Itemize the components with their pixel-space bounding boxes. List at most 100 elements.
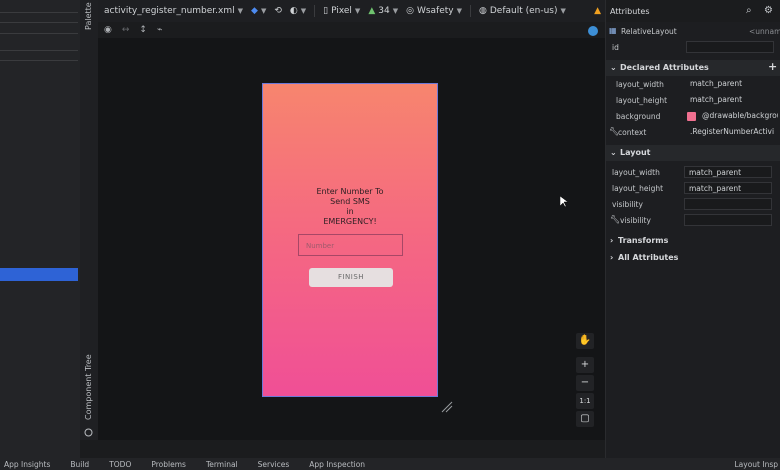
- attribute-row: background @drawable/background: [606, 109, 780, 125]
- attribute-row: layout_width match_parent: [606, 77, 780, 93]
- theme-label: Wsafety: [416, 6, 454, 16]
- locale-selector[interactable]: ◍ Default (en-us) ▼: [479, 6, 566, 16]
- design-surface-button[interactable]: ◆ ▼: [251, 6, 266, 16]
- attribute-key: visibility: [620, 216, 651, 225]
- magnet-icon[interactable]: ⌁: [157, 25, 162, 35]
- attribute-value[interactable]: [684, 214, 772, 226]
- divider: [0, 50, 78, 51]
- attribute-key: context: [618, 128, 647, 137]
- android-icon: ▲: [368, 6, 376, 16]
- declared-attributes-header[interactable]: ⌄ Declared Attributes +: [606, 60, 780, 76]
- resize-handle-icon[interactable]: [440, 400, 454, 414]
- tool-tab-layout-inspector[interactable]: Layout Insp: [734, 460, 778, 469]
- phone-preview[interactable]: Enter Number To Send SMS in EMERGENCY! N…: [262, 83, 438, 397]
- orientation-button[interactable]: ⟲: [274, 6, 282, 16]
- tool-tab-problems[interactable]: Problems: [151, 460, 186, 469]
- night-mode-icon: ◐: [289, 6, 298, 16]
- attribute-row: 🔧︎ visibility: [606, 213, 780, 229]
- device-label: Pixel: [331, 6, 352, 16]
- divider: [0, 33, 78, 34]
- mouse-cursor-icon: [560, 196, 568, 208]
- chevron-down-icon: ▼: [456, 7, 462, 15]
- warning-icon: ▲: [594, 6, 601, 16]
- finish-button[interactable]: FINISH: [309, 268, 393, 287]
- zoom-in-button[interactable]: +: [576, 357, 594, 373]
- layout-editor-toolbar: activity_register_number.xml ▼ ◆ ▼ ⟲ ◐ ▼ ▯ P…: [98, 0, 605, 22]
- file-selector[interactable]: activity_register_number.xml ▼: [104, 6, 243, 16]
- component-type: RelativeLayout: [621, 27, 677, 36]
- attribute-value[interactable]: match_parent: [686, 94, 774, 106]
- attribute-row: 🔧︎ context .RegisterNumberActivity: [606, 125, 780, 141]
- tool-tab-terminal[interactable]: Terminal: [206, 460, 238, 469]
- tool-tab-app-inspection[interactable]: App Inspection: [309, 460, 365, 469]
- theme-selector[interactable]: ◎ Wsafety ▼: [406, 6, 462, 16]
- add-icon[interactable]: +: [768, 60, 777, 73]
- chevron-right-icon: ›: [610, 236, 614, 245]
- zoom-fit-icon[interactable]: ▢: [576, 411, 594, 427]
- device-selector[interactable]: ▯ Pixel ▼: [323, 6, 360, 16]
- palette-tab[interactable]: Palette: [84, 2, 93, 30]
- chevron-down-icon: ⌄: [610, 148, 617, 157]
- attributes-title: Attributes: [610, 7, 650, 16]
- zoom-out-button[interactable]: −: [576, 375, 594, 391]
- chevron-down-icon: ▼: [354, 7, 361, 15]
- arrows-horizontal-icon[interactable]: ↔: [122, 25, 130, 35]
- divider: [314, 5, 316, 17]
- attribute-key: layout_height: [612, 184, 664, 193]
- info-icon[interactable]: [588, 26, 598, 36]
- section-title: Transforms: [618, 236, 669, 245]
- title-line: Send SMS: [330, 197, 370, 206]
- attribute-value[interactable]: match_parent: [684, 182, 772, 194]
- attribute-value[interactable]: match_parent: [684, 166, 772, 178]
- warning-button[interactable]: ▲: [594, 6, 601, 16]
- pan-hand-icon[interactable]: ✋: [576, 333, 594, 349]
- arrows-vertical-icon[interactable]: ↕: [139, 25, 147, 35]
- api-selector[interactable]: ▲ 34 ▼: [368, 6, 398, 16]
- selected-project-item[interactable]: [0, 268, 78, 281]
- api-label: 34: [378, 6, 390, 16]
- attribute-value[interactable]: match_parent: [686, 78, 774, 90]
- transforms-section-header[interactable]: › Transforms: [606, 233, 780, 249]
- tool-tab-services[interactable]: Services: [258, 460, 290, 469]
- title-line: Enter Number To: [316, 187, 384, 196]
- divider: [470, 5, 471, 17]
- chevron-down-icon: ▼: [392, 7, 399, 15]
- attributes-header: Attributes ⌕ ⚙: [606, 0, 780, 22]
- night-mode-button[interactable]: ◐ ▼: [290, 6, 306, 16]
- eye-icon[interactable]: ◉: [104, 25, 112, 35]
- component-tree-tab[interactable]: Component Tree: [84, 354, 93, 420]
- attribute-value[interactable]: .RegisterNumberActivity: [686, 126, 774, 138]
- globe-icon[interactable]: [84, 428, 93, 437]
- attribute-value[interactable]: @drawable/background: [698, 110, 778, 122]
- locale-label: Default (en-us): [489, 6, 558, 16]
- attribute-key: background: [616, 112, 661, 121]
- tool-tab-app-insights[interactable]: App Insights: [4, 460, 50, 469]
- divider: [0, 60, 78, 61]
- section-title: Layout: [620, 148, 651, 157]
- gear-icon[interactable]: ⚙: [764, 5, 773, 16]
- id-input[interactable]: [686, 41, 774, 53]
- color-swatch-icon: [687, 112, 696, 121]
- emergency-title: Enter Number To Send SMS in EMERGENCY!: [263, 187, 437, 227]
- view-options-toolbar: ◉ ↔ ↕ ⌁: [98, 22, 605, 38]
- layout-section-header[interactable]: ⌄ Layout: [606, 145, 780, 161]
- tool-tab-build[interactable]: Build: [70, 460, 89, 469]
- number-input[interactable]: Number: [298, 234, 403, 256]
- section-title: All Attributes: [618, 253, 679, 262]
- chevron-down-icon: ▼: [260, 7, 267, 15]
- attribute-value[interactable]: [684, 198, 772, 210]
- id-label: id: [612, 43, 619, 52]
- zoom-actual-size-button[interactable]: 1:1: [576, 393, 594, 409]
- bottom-tool-bar: App Insights Build TODO Problems Termina…: [0, 458, 780, 470]
- tool-tab-todo[interactable]: TODO: [109, 460, 131, 469]
- component-row: ▦ RelativeLayout <unnamed>: [606, 24, 780, 40]
- section-title: Declared Attributes: [620, 63, 709, 72]
- id-row: id: [606, 40, 780, 56]
- search-icon[interactable]: ⌕: [746, 5, 752, 16]
- attribute-key: layout_width: [612, 168, 660, 177]
- attribute-row: layout_width match_parent: [606, 165, 780, 181]
- layout-icon: ▦: [609, 26, 617, 35]
- component-name: <unnamed>: [749, 27, 780, 36]
- layers-icon: ◆: [251, 6, 258, 16]
- all-attributes-section-header[interactable]: › All Attributes: [606, 250, 780, 266]
